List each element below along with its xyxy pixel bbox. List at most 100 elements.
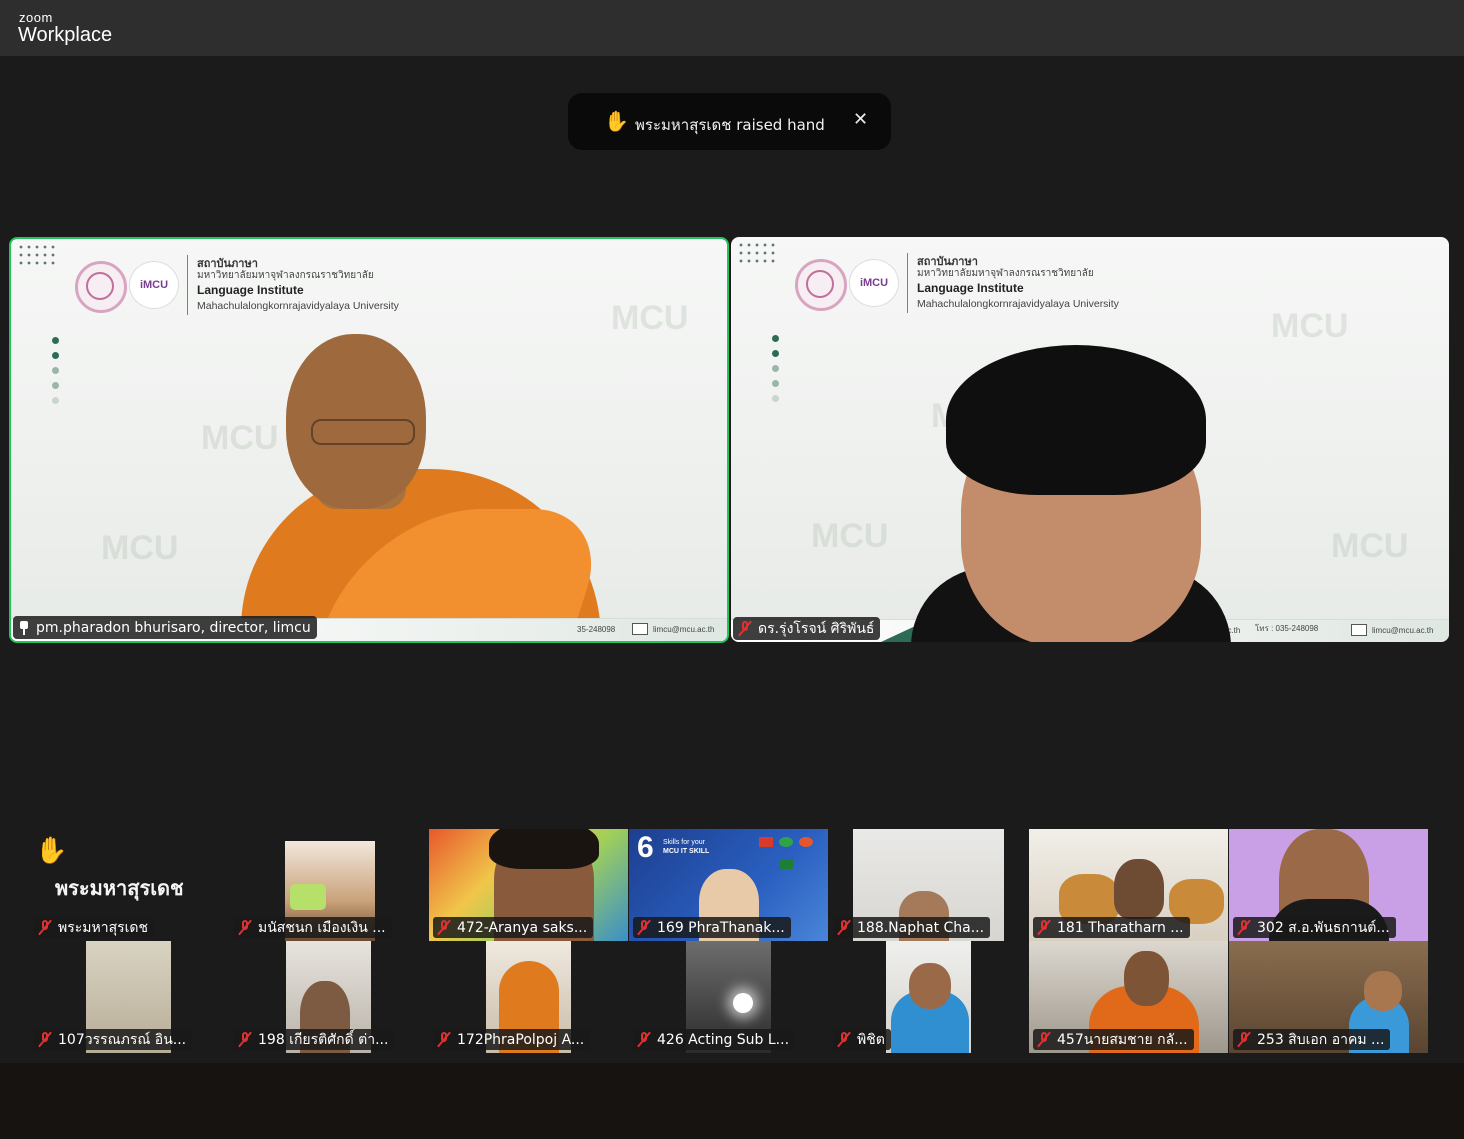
- gallery-tile[interactable]: 302 ส.อ.พันธกานต์...: [1229, 829, 1428, 941]
- title-bar: zoom Workplace: [0, 0, 1464, 56]
- participant-name-tag: พระมหาสุรเดช: [34, 917, 155, 938]
- mail-icon: [632, 623, 648, 635]
- gallery-tile[interactable]: 253 สิบเอก อาคม ...: [1229, 941, 1428, 1053]
- muted-mic-icon: [637, 1032, 651, 1047]
- participant-name-tag: 172PhraPolpoj A...: [433, 1029, 591, 1050]
- light-source: [733, 993, 753, 1013]
- muted-mic-icon: [437, 1032, 451, 1047]
- muted-mic-icon: [1037, 920, 1051, 935]
- dot-grid-decoration: [17, 243, 57, 265]
- participant-name-tag: 426 Acting Sub L...: [633, 1029, 796, 1050]
- gallery-tile[interactable]: 198 เกียรติศักดิ์ ต่า...: [230, 941, 429, 1053]
- app-icon: [799, 837, 813, 847]
- slide-email: limcu@mcu.ac.th: [1372, 626, 1434, 635]
- participant-photo: [290, 884, 326, 910]
- gallery-tile[interactable]: 6 Skills for your MCU IT SKILL 169 PhraT…: [629, 829, 828, 941]
- notification-message: พระมหาสุรเดช raised hand: [635, 116, 825, 134]
- muted-mic-icon: [437, 920, 451, 935]
- limcu-logo: iMCU: [129, 261, 179, 309]
- participant-name-tag: 302 ส.อ.พันธกานต์...: [1233, 917, 1396, 938]
- participant-name-tag: 457นายสมชาย กลั...: [1033, 1029, 1194, 1050]
- participant-name: 169 PhraThanak...: [657, 919, 785, 936]
- participant-name: 457นายสมชาย กลั...: [1057, 1031, 1188, 1048]
- participant-photo: [489, 829, 599, 869]
- slide-dots: [52, 337, 60, 412]
- gallery-tile[interactable]: 107วรรณภรณ์ อิน...: [30, 941, 229, 1053]
- participant-name: 302 ส.อ.พันธกานต์...: [1257, 919, 1390, 936]
- watermark: MCU: [1271, 307, 1349, 345]
- participant-name: พระมหาสุรเดช: [58, 919, 149, 936]
- slide-dots: [772, 335, 780, 410]
- muted-mic-icon: [738, 621, 752, 636]
- participant-name-tag: 188.Naphat Cha...: [833, 917, 991, 938]
- gallery-tile[interactable]: มนัสชนก เมืองเงิน ...: [230, 829, 429, 941]
- participant-name: 472-Aranya saks...: [457, 919, 588, 936]
- slide-thai-subtitle: มหาวิทยาลัยมหาจุฬาลงกรณราชวิทยาลัย: [917, 268, 1094, 279]
- slide-email: limcu@mcu.ac.th: [653, 625, 715, 634]
- speaker-video-1[interactable]: MCU MCU MCU MCU iMCU สถาบันภาษา มหาวิทยา…: [9, 237, 729, 643]
- limcu-logo: iMCU: [849, 259, 899, 307]
- university-seal-logo: [75, 261, 127, 313]
- watermark: MCU: [101, 529, 179, 567]
- muted-mic-icon: [238, 1032, 252, 1047]
- muted-mic-icon: [1237, 1032, 1251, 1047]
- gallery-tile[interactable]: 188.Naphat Cha...: [829, 829, 1028, 941]
- participant-name: 107วรรณภรณ์ อิน...: [58, 1031, 187, 1048]
- gallery-tile[interactable]: 457นายสมชาย กลั...: [1029, 941, 1228, 1053]
- participant-photo: [909, 963, 951, 1009]
- raised-hand-icon: ✋: [604, 109, 629, 133]
- slide-en-subtitle: Mahachulalongkornrajavidyalaya Universit…: [917, 298, 1119, 310]
- pin-icon: [18, 620, 30, 635]
- slide-text: MCU IT SKILL: [663, 848, 710, 855]
- mail-icon: [1351, 624, 1367, 636]
- slide-phone: 35-248098: [577, 625, 616, 634]
- muted-mic-icon: [837, 1032, 851, 1047]
- slide-text: Skills for your: [663, 839, 706, 846]
- gallery-tile[interactable]: 172PhraPolpoj A...: [429, 941, 628, 1053]
- slide-divider: [907, 253, 908, 313]
- muted-mic-icon: [1037, 1032, 1051, 1047]
- gallery-tile[interactable]: พระมหาสุรเดช: [30, 829, 229, 941]
- participant-name: 181 Tharatharn ...: [1057, 919, 1184, 936]
- speaker-video-2[interactable]: MCU MCU MCU MCU iMCU สถาบันภาษา มหาวิทยา…: [731, 237, 1449, 642]
- app-icon: [759, 837, 773, 847]
- participant-name: 188.Naphat Cha...: [857, 919, 985, 936]
- muted-mic-icon: [38, 1032, 52, 1047]
- participant-name-tag: ดร.รุ่งโรจน์ ศิริพันธ์: [733, 617, 881, 640]
- participant-photo: [1124, 951, 1169, 1006]
- gallery-tile[interactable]: 181 Tharatharn ...: [1029, 829, 1228, 941]
- dot-grid-decoration: [737, 241, 777, 263]
- muted-mic-icon: [637, 920, 651, 935]
- close-icon[interactable]: ✕: [853, 109, 868, 130]
- slide-en-subtitle: Mahachulalongkornrajavidyalaya Universit…: [197, 300, 399, 312]
- participant-name-tag: 198 เกียรติศักดิ์ ต่า...: [234, 1029, 395, 1050]
- watermark: MCU: [811, 517, 889, 555]
- participant-name: 253 สิบเอก อาคม ...: [1257, 1031, 1385, 1048]
- participant-name-tag: มนัสชนก เมืองเงิน ...: [234, 917, 392, 938]
- app-icon: [779, 837, 793, 847]
- participant-name: pm.pharadon bhurisaro, director, limcu: [36, 619, 311, 636]
- participant-name-tag: pm.pharadon bhurisaro, director, limcu: [13, 616, 317, 639]
- participant-photo: [1364, 971, 1402, 1011]
- muted-mic-icon: [1237, 920, 1251, 935]
- muted-mic-icon: [38, 920, 52, 935]
- gallery-tile[interactable]: พิชิต: [829, 941, 1028, 1053]
- gallery-tile[interactable]: 472-Aranya saks...: [429, 829, 628, 941]
- participant-name: มนัสชนก เมืองเงิน ...: [258, 919, 386, 936]
- participant-name-tag: 472-Aranya saks...: [433, 917, 594, 938]
- workplace-logo: Workplace: [18, 24, 113, 46]
- participant-name: 198 เกียรติศักดิ์ ต่า...: [258, 1031, 389, 1048]
- muted-mic-icon: [238, 920, 252, 935]
- university-seal-logo: [795, 259, 847, 311]
- gallery-tile[interactable]: 426 Acting Sub L...: [629, 941, 828, 1053]
- participant-name-tag: 181 Tharatharn ...: [1033, 917, 1190, 938]
- slide-number: 6: [637, 831, 654, 864]
- slide-en-title: Language Institute: [197, 283, 304, 297]
- raised-hand-notification: ✋ พระมหาสุรเดช raised hand ✕: [568, 93, 891, 150]
- slide-en-title: Language Institute: [917, 281, 1024, 295]
- participant-name-tag: พิชิต: [833, 1029, 891, 1050]
- participant-name: ดร.รุ่งโรจน์ ศิริพันธ์: [758, 620, 875, 637]
- meeting-footer: [0, 1063, 1464, 1139]
- muted-mic-icon: [837, 920, 851, 935]
- participant-name: พิชิต: [857, 1031, 885, 1048]
